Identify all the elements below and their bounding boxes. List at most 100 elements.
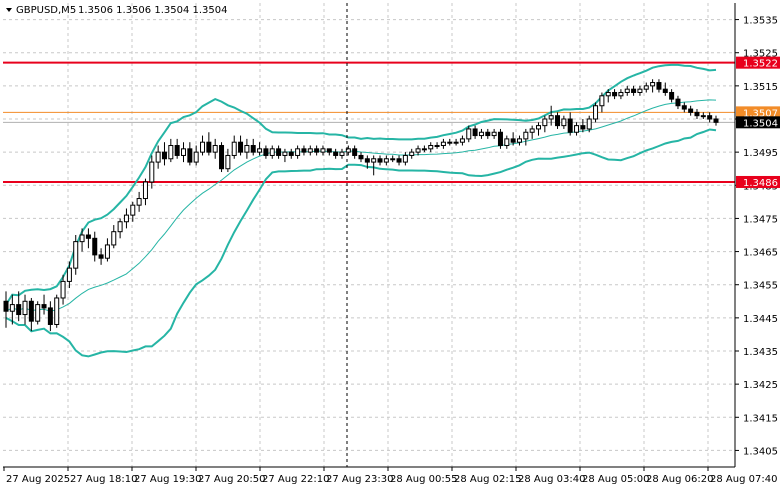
- candle-body-up: [548, 115, 554, 120]
- candle-body-up: [440, 141, 446, 147]
- candle-body-up: [643, 85, 649, 90]
- candle-body-up: [624, 88, 630, 93]
- candle-body-up: [453, 141, 459, 144]
- candle-body-up: [504, 138, 510, 147]
- candle-body-up: [466, 128, 472, 140]
- time-tick-label: 28 Aug 06:20: [646, 474, 713, 485]
- candle: [593, 102, 599, 123]
- candle-body-up: [193, 151, 199, 163]
- candle-body-up: [529, 128, 535, 133]
- candle-body-up: [605, 91, 611, 97]
- candle-body-down: [352, 148, 358, 156]
- candle-body-up: [225, 154, 231, 170]
- candle-body-down: [98, 254, 104, 259]
- candle-body-down: [92, 237, 98, 256]
- candle-body-down: [28, 300, 34, 322]
- candle-body-up: [516, 138, 522, 143]
- candle-body-up: [149, 161, 155, 183]
- current-price-label: 1.3504: [743, 118, 778, 129]
- candle-body-up: [371, 158, 377, 163]
- candle-body-down: [497, 131, 503, 147]
- candle-body-up: [104, 244, 110, 259]
- time-tick-label: 28 Aug 07:40: [710, 474, 777, 485]
- candle-body-down: [85, 234, 91, 239]
- candle-body-up: [35, 304, 41, 322]
- candle-body-up: [415, 148, 421, 153]
- candle-body-up: [536, 125, 541, 130]
- candle-body-down: [161, 151, 167, 160]
- price-tick-label: 1.3415: [743, 413, 778, 424]
- candle: [54, 294, 60, 328]
- chart-header: GBPUSD,M5 1.3506 1.3506 1.3504 1.3504: [6, 5, 228, 16]
- level-tag-label: 1.3486: [743, 178, 778, 189]
- price-tick-label: 1.3535: [743, 16, 778, 27]
- time-tick-label: 28 Aug 00:55: [390, 474, 457, 485]
- candle-body-up: [421, 148, 427, 151]
- ohlc-header: 1.3506 1.3506 1.3504 1.3504: [78, 5, 228, 16]
- candle-body-up: [79, 234, 85, 243]
- candle-body-up: [168, 145, 174, 160]
- candle-body-up: [409, 151, 415, 156]
- candle-body-up: [123, 214, 129, 223]
- price-tick-label: 1.3475: [743, 214, 778, 225]
- candle-body-down: [688, 108, 694, 113]
- time-tick-label: 27 Aug 18:10: [70, 474, 137, 485]
- candle-body-down: [333, 151, 339, 156]
- candle-body-down: [713, 118, 719, 123]
- candle-body-down: [219, 145, 225, 170]
- candle-body-up: [650, 82, 656, 87]
- candle-body-up: [383, 158, 389, 163]
- candle-body-up: [66, 267, 72, 282]
- candle-body-up: [561, 118, 567, 127]
- price-tick-label: 1.3455: [743, 281, 778, 292]
- candle-body-down: [41, 304, 47, 309]
- candle-body-up: [339, 151, 345, 156]
- candle-body-up: [307, 148, 313, 153]
- candle-body-up: [200, 141, 206, 153]
- price-tick-label: 1.3435: [743, 347, 778, 358]
- candle-body-up: [257, 148, 263, 153]
- candle-body-down: [485, 131, 491, 137]
- candle-body-up: [574, 125, 580, 133]
- candle-body-down: [612, 91, 618, 97]
- candle-body-down: [250, 145, 256, 153]
- candle-body-up: [478, 131, 484, 137]
- candle-body-up: [523, 131, 529, 140]
- candle-body-down: [314, 148, 320, 153]
- candle-body-up: [22, 300, 28, 316]
- candle-body-up: [295, 148, 301, 156]
- candle-body-down: [288, 151, 294, 156]
- candle-body-down: [187, 148, 193, 163]
- candle-body-down: [358, 154, 364, 160]
- candle-body-down: [3, 300, 9, 312]
- price-tick-label: 1.3465: [743, 248, 778, 259]
- candle-body-down: [396, 158, 402, 163]
- candle-body-up: [60, 280, 66, 299]
- candle-body-up: [117, 221, 123, 233]
- price-chart[interactable]: 1.35351.35251.35151.35051.34951.34851.34…: [0, 0, 781, 489]
- price-tick-label: 1.3495: [743, 148, 778, 159]
- candle-body-up: [244, 145, 250, 153]
- candle-body-down: [263, 148, 269, 156]
- candle-body-down: [656, 82, 662, 90]
- plot-background: [0, 0, 781, 489]
- candle-body-down: [555, 115, 561, 127]
- candle-body-up: [700, 115, 706, 118]
- candle-body-down: [510, 138, 516, 143]
- candle-body-down: [276, 148, 282, 156]
- candle-body-down: [301, 148, 307, 153]
- candle-body-up: [130, 204, 136, 216]
- candle-body-up: [542, 118, 548, 127]
- candle-body-down: [675, 98, 681, 107]
- time-tick-label: 28 Aug 05:00: [582, 474, 649, 485]
- time-tick-label: 27 Aug 19:30: [134, 474, 201, 485]
- time-tick-label: 28 Aug 03:40: [518, 474, 585, 485]
- candle-body-down: [669, 91, 675, 100]
- candle-body-up: [282, 151, 288, 156]
- level-tag-label: 1.3522: [743, 59, 778, 70]
- candle-body-down: [694, 111, 700, 117]
- candle-body-down: [580, 125, 586, 130]
- time-tick-label: 28 Aug 02:15: [454, 474, 521, 485]
- candle-body-up: [599, 95, 605, 107]
- candle-body-up: [142, 181, 148, 200]
